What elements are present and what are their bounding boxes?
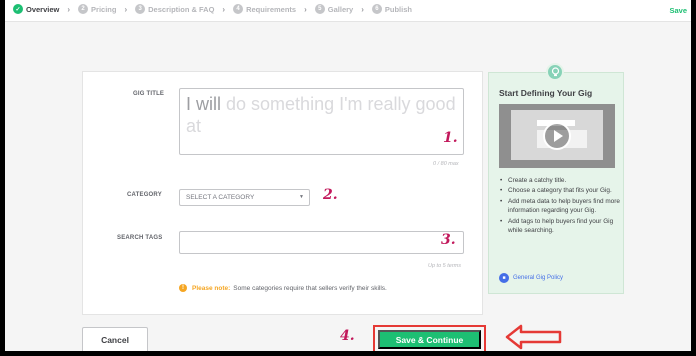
category-select-value: SELECT A CATEGORY: [186, 194, 255, 201]
step-number: 4: [233, 4, 244, 14]
gig-title-counter: 0 / 80 max: [433, 161, 459, 167]
cancel-button[interactable]: Cancel: [82, 327, 148, 351]
step-number: 5: [314, 4, 325, 14]
annotation-1: 1.: [443, 130, 458, 146]
tip-item: Add tags to help buyers find your Gig wh…: [499, 217, 621, 236]
overview-form-card: GIG TITLE I will do something I'm really…: [82, 71, 483, 315]
lightbulb-icon: [546, 63, 564, 81]
gig-title-prefix: I will: [186, 94, 221, 114]
gig-title-placeholder: do something I'm really good at: [186, 94, 456, 136]
category-select[interactable]: SELECT A CATEGORY ▼: [179, 189, 310, 206]
note-heading: Please note:: [192, 284, 231, 292]
step-list: ✓ Overview › 2 Pricing › 3 Description &…: [13, 4, 412, 14]
step-requirements[interactable]: 4 Requirements: [233, 4, 296, 14]
category-note: ! Please note: Some categories require t…: [179, 284, 387, 292]
info-icon: !: [179, 284, 187, 292]
chevron-right-icon: ›: [67, 4, 71, 14]
step-navigation-bar: ✓ Overview › 2 Pricing › 3 Description &…: [5, 0, 691, 22]
step-number: 6: [371, 4, 382, 14]
step-label: Description & FAQ: [148, 4, 215, 14]
annotation-3: 3.: [441, 232, 456, 248]
chevron-right-icon: ›: [361, 4, 364, 14]
step-gallery[interactable]: 5 Gallery: [314, 4, 354, 14]
step-label: Publish: [384, 4, 412, 14]
gig-title-input[interactable]: I will do something I'm really good at: [179, 88, 464, 155]
tutorial-video[interactable]: [499, 104, 615, 168]
tip-item: Create a catchy title.: [499, 176, 621, 186]
gig-policy-link[interactable]: ■ General Gig Policy: [499, 273, 563, 283]
step-publish[interactable]: 6 Publish: [371, 4, 412, 14]
step-number: 3: [135, 4, 146, 14]
annotation-4: 4.: [340, 328, 355, 344]
step-description-faq[interactable]: 3 Description & FAQ: [135, 4, 214, 14]
note-text: Some categories require that sellers ver…: [233, 284, 387, 292]
step-check-icon: ✓: [13, 4, 23, 14]
policy-link-label: General Gig Policy: [513, 275, 564, 281]
arrow-left-icon: [505, 324, 562, 350]
chevron-right-icon: ›: [222, 4, 226, 14]
category-label: CATEGORY: [127, 192, 162, 198]
step-label: Gallery: [327, 4, 354, 14]
sidebar-title: Start Defining Your Gig: [499, 88, 593, 98]
gig-title-label: GIG TITLE: [133, 91, 165, 97]
step-label: Overview: [26, 4, 60, 14]
tags-counter: Up to 5 terms: [428, 263, 462, 269]
search-tags-label: SEARCH TAGS: [117, 235, 163, 241]
step-number: 2: [78, 4, 89, 14]
tip-item: Add meta data to help buyers find more i…: [499, 197, 621, 216]
video-camera-icon: ■: [499, 273, 509, 283]
chevron-right-icon: ›: [124, 4, 128, 14]
chevron-right-icon: ›: [304, 4, 307, 14]
search-tags-input[interactable]: [179, 231, 464, 254]
tips-sidebar: Start Defining Your Gig Create a catchy …: [488, 72, 624, 294]
annotation-2: 2.: [323, 187, 338, 203]
tips-list: Create a catchy title. Choose a category…: [499, 176, 621, 236]
caret-down-icon: ▼: [299, 194, 304, 200]
step-pricing[interactable]: 2 Pricing: [78, 4, 116, 14]
save-continue-button[interactable]: Save & Continue: [378, 330, 481, 349]
step-overview[interactable]: ✓ Overview: [13, 4, 59, 14]
tip-item: Choose a category that fits your Gig.: [499, 186, 621, 196]
save-link[interactable]: Save: [669, 6, 687, 15]
gig-editor-frame: ✓ Overview › 2 Pricing › 3 Description &…: [5, 0, 691, 351]
step-label: Requirements: [246, 4, 297, 14]
save-continue-highlight: Save & Continue: [373, 325, 486, 351]
step-label: Pricing: [91, 4, 117, 14]
play-icon[interactable]: [543, 122, 571, 150]
